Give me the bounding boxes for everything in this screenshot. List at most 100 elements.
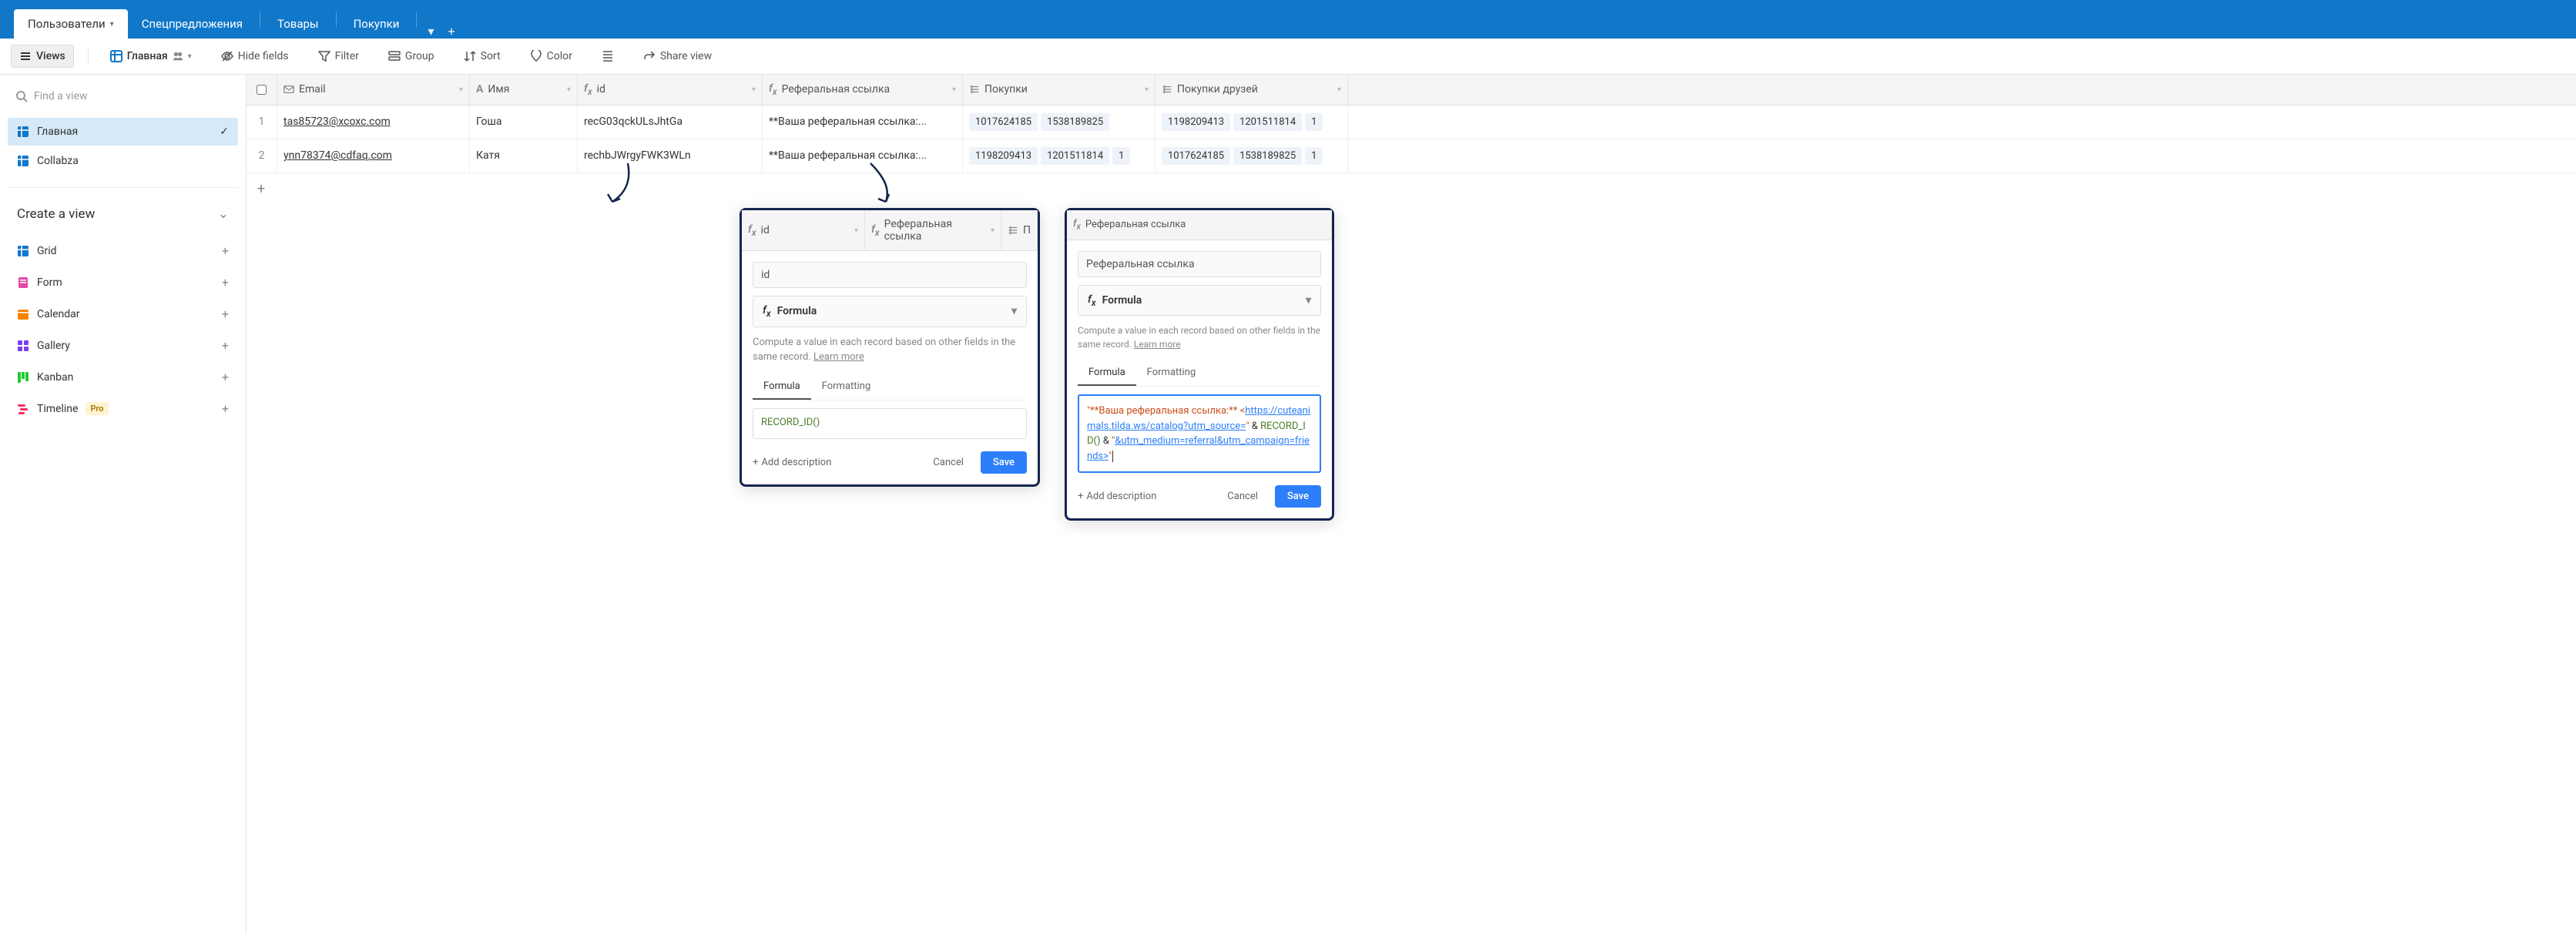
- formula-icon: fx: [1088, 293, 1096, 308]
- desc-text: Compute a value in each record based on …: [753, 337, 1015, 364]
- tab-users[interactable]: Пользователи ▾: [14, 9, 128, 39]
- tab-specials[interactable]: Спецпредложения: [128, 9, 257, 39]
- top-nav: Пользователи ▾ Спецпредложения Товары По…: [0, 0, 2576, 39]
- create-label: Gallery: [37, 340, 70, 352]
- create-form[interactable]: Form +: [8, 267, 238, 297]
- popover-col-extra[interactable]: П: [1001, 210, 1038, 250]
- select-all-checkbox[interactable]: [247, 75, 277, 105]
- row-height-icon: [602, 50, 614, 62]
- popover-col-id[interactable]: fx id ▾: [742, 210, 865, 250]
- fx-part: &utm_medium=referral&utm_campaign=friend…: [1087, 435, 1310, 462]
- pill: 1: [1112, 147, 1130, 165]
- link-icon: [1162, 84, 1172, 95]
- sort-button[interactable]: Sort: [456, 45, 508, 67]
- table-row[interactable]: 2 ynn78374@cdfaq.com Катя rechbJWrgyFWK3…: [247, 139, 2576, 173]
- dropdown-icon[interactable]: ▾: [752, 85, 756, 94]
- field-type-select[interactable]: fx Formula ▾: [1078, 285, 1321, 317]
- cell-email[interactable]: ynn78374@cdfaq.com: [277, 139, 470, 173]
- cell-buyf[interactable]: 1017624185 1538189825 1: [1156, 139, 1348, 173]
- create-grid[interactable]: Grid +: [8, 236, 238, 266]
- create-view-section[interactable]: Create a view ⌄: [8, 200, 238, 228]
- dropdown-icon[interactable]: ▾: [854, 226, 858, 235]
- cell-id[interactable]: recG03qckULsJhtGa: [578, 106, 763, 139]
- create-kanban[interactable]: Kanban +: [8, 362, 238, 392]
- create-label: Form: [37, 276, 62, 289]
- search-input[interactable]: Find a view: [8, 84, 238, 109]
- cell-email[interactable]: tas85723@xcoxc.com: [277, 106, 470, 139]
- desc-text: Compute a value in each record based on …: [1078, 325, 1320, 350]
- people-icon: [173, 51, 183, 62]
- add-tab-icon[interactable]: +: [448, 24, 454, 39]
- view-item-collabza[interactable]: Collabza: [8, 147, 238, 175]
- color-button[interactable]: Color: [522, 45, 580, 67]
- tab-formatting[interactable]: Formatting: [811, 374, 882, 400]
- tab-formula[interactable]: Formula: [1078, 360, 1136, 386]
- save-button[interactable]: Save: [1275, 485, 1321, 508]
- tab-label: Товары: [277, 17, 319, 31]
- cell-id[interactable]: rechbJWrgyFWK3WLn: [578, 139, 763, 173]
- field-name-input[interactable]: Реферальная ссылка: [1078, 251, 1321, 277]
- row-height-button[interactable]: [594, 45, 622, 67]
- cancel-button[interactable]: Cancel: [1218, 486, 1267, 507]
- chevron-down-icon: ▾: [110, 20, 114, 28]
- cell-ref[interactable]: **Ваша реферальная ссылка:...: [763, 106, 963, 139]
- cancel-button[interactable]: Cancel: [924, 452, 973, 473]
- dropdown-icon[interactable]: ▾: [567, 85, 571, 94]
- dropdown-icon[interactable]: ▾: [952, 85, 956, 94]
- primary-view-button[interactable]: Главная ▾: [102, 45, 200, 67]
- more-tabs-chevron-icon[interactable]: ▾: [428, 24, 434, 39]
- tab-purchases[interactable]: Покупки: [340, 9, 414, 39]
- group-button[interactable]: Group: [381, 45, 442, 67]
- column-header-id[interactable]: fx id ▾: [578, 75, 763, 105]
- learn-more-link[interactable]: Learn more: [813, 351, 864, 363]
- save-button[interactable]: Save: [981, 451, 1027, 474]
- cell-name[interactable]: Катя: [470, 139, 578, 173]
- popover-col-ref[interactable]: fx Реферальная ссылка ▾: [865, 210, 1001, 250]
- formula-editor[interactable]: RECORD_ID(): [753, 408, 1027, 439]
- column-header-buy[interactable]: Покупки ▾: [963, 75, 1156, 105]
- pill: 1198209413: [969, 147, 1038, 165]
- tab-goods[interactable]: Товары: [263, 9, 333, 39]
- share-view-button[interactable]: Share view: [636, 45, 719, 67]
- views-button[interactable]: Views: [11, 45, 74, 68]
- add-row-button[interactable]: +: [247, 173, 2576, 205]
- checkbox[interactable]: [257, 85, 267, 95]
- view-item-main[interactable]: Главная ✓: [8, 118, 238, 146]
- tab-formatting[interactable]: Formatting: [1136, 360, 1207, 386]
- cell-ref[interactable]: **Ваша реферальная ссылка:...: [763, 139, 963, 173]
- cell-buyf[interactable]: 1198209413 1201511814 1: [1156, 106, 1348, 139]
- dropdown-icon[interactable]: ▾: [1337, 85, 1341, 94]
- add-description-button[interactable]: +Add description: [753, 457, 831, 468]
- column-header-buyf[interactable]: Покупки друзей ▾: [1156, 75, 1348, 105]
- hide-fields-button[interactable]: Hide fields: [213, 45, 297, 67]
- column-header-ref[interactable]: fx Реферальная ссылка ▾: [763, 75, 963, 105]
- column-header-email[interactable]: Email ▾: [277, 75, 470, 105]
- cell-buy[interactable]: 1017624185 1538189825: [963, 106, 1156, 139]
- create-timeline[interactable]: Timeline Pro +: [8, 394, 238, 424]
- popover-col-ref[interactable]: fx Реферальная ссылка: [1067, 210, 1332, 240]
- views-label: Views: [36, 50, 65, 62]
- field-description: Compute a value in each record based on …: [753, 335, 1027, 365]
- learn-more-link[interactable]: Learn more: [1134, 339, 1181, 350]
- tab-formula[interactable]: Formula: [753, 374, 811, 400]
- dropdown-icon[interactable]: ▾: [459, 85, 463, 94]
- dropdown-icon[interactable]: ▾: [1145, 85, 1149, 94]
- filter-button[interactable]: Filter: [310, 45, 367, 67]
- calendar-icon: [17, 308, 29, 320]
- create-calendar[interactable]: Calendar +: [8, 299, 238, 329]
- popover-tabs: Formula Formatting: [1078, 360, 1321, 387]
- cell-buy[interactable]: 1198209413 1201511814 1: [963, 139, 1156, 173]
- column-header-name[interactable]: A Имя ▾: [470, 75, 578, 105]
- table-row[interactable]: 1 tas85723@xcoxc.com Гоша recG03qckULsJh…: [247, 106, 2576, 139]
- dropdown-icon[interactable]: ▾: [991, 226, 995, 235]
- kanban-icon: [17, 371, 29, 384]
- create-gallery[interactable]: Gallery +: [8, 330, 238, 360]
- add-description-button[interactable]: +Add description: [1078, 491, 1156, 502]
- field-type-select[interactable]: fx Formula ▾: [753, 296, 1027, 327]
- col-label: Реферальная ссылка: [884, 218, 986, 243]
- cell-name[interactable]: Гоша: [470, 106, 578, 139]
- field-name-input[interactable]: id: [753, 262, 1027, 288]
- column-label: Покупки друзей: [1177, 83, 1258, 96]
- formula-editor[interactable]: "**Ваша реферальная ссылка:** <https://c…: [1078, 394, 1321, 473]
- chevron-down-icon: ▾: [1011, 305, 1017, 317]
